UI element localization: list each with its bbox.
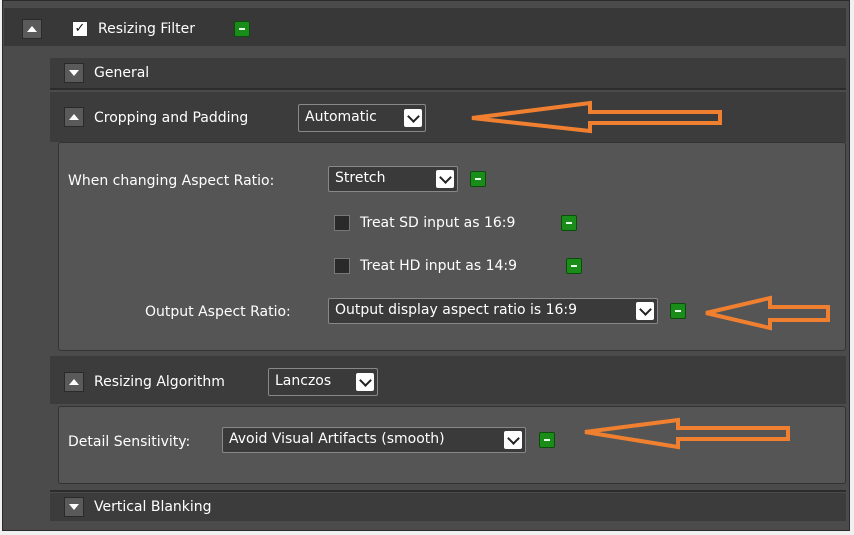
- annotation-arrows: [471, 100, 830, 450]
- arrow-left-icon: [705, 295, 830, 331]
- arrow-left-icon: [471, 100, 722, 134]
- arrow-left-icon: [584, 417, 790, 450]
